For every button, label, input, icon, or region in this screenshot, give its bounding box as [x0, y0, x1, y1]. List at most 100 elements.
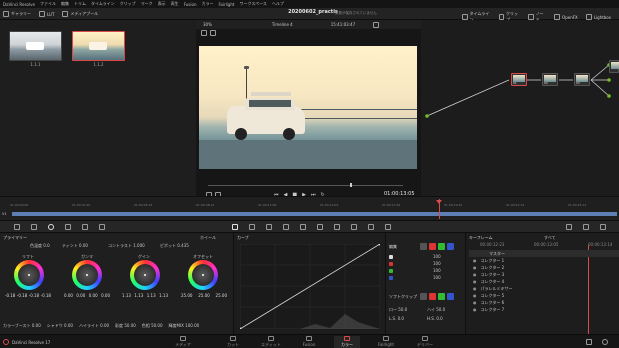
- menu-item[interactable]: カラー: [201, 1, 213, 7]
- node-04[interactable]: [609, 60, 619, 73]
- info-icon[interactable]: [600, 224, 606, 230]
- viewer-mode-icon[interactable]: [201, 30, 207, 36]
- soft-ls[interactable]: L.S. 0.0: [389, 316, 427, 321]
- param-shadow[interactable]: シャドウ 0.00: [47, 323, 73, 329]
- lift-y[interactable]: -0.18: [5, 293, 15, 298]
- gain-wheel[interactable]: [130, 260, 160, 290]
- wheels-mode[interactable]: ホイール: [200, 235, 216, 241]
- offset-r[interactable]: 25.00: [181, 293, 192, 298]
- lut-button[interactable]: LUT: [39, 11, 54, 17]
- keyframe-track-master[interactable]: マスター: [469, 250, 619, 257]
- page-cut[interactable]: カット: [220, 336, 246, 348]
- menu-item[interactable]: ファイル: [40, 1, 56, 7]
- menu-item[interactable]: Fairlight: [218, 2, 234, 7]
- tracker-icon[interactable]: [300, 224, 306, 230]
- gain-g[interactable]: 1.13: [147, 293, 156, 298]
- node-01[interactable]: 01: [511, 73, 527, 86]
- menu-item[interactable]: クリップ: [120, 1, 136, 7]
- menu-item[interactable]: ヘルプ: [272, 1, 284, 7]
- menu-item[interactable]: トリム: [74, 1, 86, 7]
- keyframe-filter[interactable]: すべて: [544, 235, 556, 241]
- gain-b[interactable]: 1.13: [159, 293, 168, 298]
- soft-hs[interactable]: H.S. 0.0: [427, 316, 465, 321]
- edit-row-g[interactable]: 100: [389, 268, 463, 273]
- page-fusion[interactable]: Fusion: [296, 336, 322, 347]
- param-saturation[interactable]: 彩度 50.00: [115, 323, 136, 329]
- clip-thumbnail-selected[interactable]: [72, 31, 125, 61]
- cursor-icon[interactable]: [373, 21, 380, 28]
- param-hue[interactable]: 色相 50.00: [142, 323, 163, 329]
- soft-low[interactable]: ロー 50.0: [389, 307, 427, 313]
- page-media[interactable]: メディア: [170, 336, 196, 348]
- keyframe-track[interactable]: ● コレクター 5: [469, 292, 619, 299]
- motion-effects-icon[interactable]: [99, 224, 105, 230]
- page-color[interactable]: カラー: [334, 336, 360, 348]
- red-channel-button[interactable]: [429, 243, 436, 250]
- settings-icon[interactable]: [602, 339, 608, 345]
- menu-item[interactable]: DaVinci Resolve: [3, 2, 35, 7]
- timeline-track[interactable]: [12, 212, 617, 216]
- soft-green-button[interactable]: [438, 293, 445, 300]
- lift-b[interactable]: -0.18: [41, 293, 51, 298]
- soft-red-button[interactable]: [429, 293, 436, 300]
- page-edit[interactable]: エディット: [258, 336, 284, 348]
- node-03[interactable]: 03: [574, 73, 590, 86]
- gallery-button[interactable]: ギャラリー: [3, 11, 31, 17]
- qualifier-icon[interactable]: [266, 224, 272, 230]
- green-channel-button[interactable]: [438, 243, 445, 250]
- viewer-frame[interactable]: [199, 46, 417, 169]
- keyframe-track[interactable]: ● コレクター 3: [469, 271, 619, 278]
- blue-channel-button[interactable]: [447, 243, 454, 250]
- gamma-wheel[interactable]: [72, 260, 102, 290]
- soft-blue-button[interactable]: [447, 293, 454, 300]
- menu-item[interactable]: タイムライン: [91, 1, 115, 7]
- zoom-level[interactable]: 30%: [203, 22, 212, 27]
- menu-item[interactable]: マーク: [141, 1, 153, 7]
- lift-g[interactable]: -0.18: [29, 293, 39, 298]
- color-wheels-icon[interactable]: [48, 224, 54, 230]
- gain-r[interactable]: 1.13: [134, 293, 143, 298]
- node-02[interactable]: 02: [542, 73, 558, 86]
- warper-icon[interactable]: [249, 224, 255, 230]
- offset-b[interactable]: 25.00: [216, 293, 227, 298]
- home-icon[interactable]: [586, 339, 592, 345]
- magic-mask-icon[interactable]: [317, 224, 323, 230]
- viewer-scrubber[interactable]: [208, 185, 403, 186]
- soft-link-button[interactable]: [420, 293, 427, 300]
- menu-item[interactable]: Fusion: [184, 2, 197, 7]
- keyframe-track[interactable]: ● パラレルミキサー: [469, 285, 619, 292]
- rgb-mixer-icon[interactable]: [82, 224, 88, 230]
- param-temp[interactable]: 色温度 0.0: [30, 243, 50, 249]
- 3d-icon[interactable]: [385, 224, 391, 230]
- param-highlight[interactable]: ハイライト 0.00: [79, 323, 109, 329]
- menu-item[interactable]: ワークスペース: [240, 1, 267, 7]
- media-pool-button[interactable]: メディアプール: [62, 11, 98, 17]
- keyframe-track[interactable]: ● コレクター 4: [469, 278, 619, 285]
- edit-row-b[interactable]: 100: [389, 275, 463, 280]
- lift-r[interactable]: -0.18: [17, 293, 27, 298]
- timeline-name[interactable]: Timeline 4: [272, 22, 293, 27]
- menu-item[interactable]: 編集: [61, 1, 69, 7]
- hdr-icon[interactable]: [65, 224, 71, 230]
- soft-high[interactable]: ハイ 50.0: [427, 307, 465, 313]
- clip-thumbnail[interactable]: [9, 31, 62, 61]
- sizing-icon[interactable]: [368, 224, 374, 230]
- gamma-r[interactable]: 0.00: [76, 293, 85, 298]
- link-button[interactable]: [420, 243, 427, 250]
- keyframe-track[interactable]: ● コレクター 1: [469, 257, 619, 264]
- gamma-g[interactable]: 0.00: [89, 293, 98, 298]
- page-fairlight[interactable]: Fairlight: [373, 336, 399, 347]
- camera-raw-icon[interactable]: [14, 224, 20, 230]
- menu-item[interactable]: 再生: [171, 1, 179, 7]
- keyframes-icon[interactable]: [566, 224, 572, 230]
- param-color-boost[interactable]: カラーブースト 0.00: [3, 323, 41, 329]
- menu-item[interactable]: 表示: [158, 1, 166, 7]
- blur-icon[interactable]: [334, 224, 340, 230]
- curves-icon[interactable]: [232, 224, 238, 230]
- keyframe-track[interactable]: ● コレクター 2: [469, 264, 619, 271]
- edit-row-r[interactable]: 100: [389, 261, 463, 266]
- offset-wheel[interactable]: [188, 260, 218, 290]
- gain-y[interactable]: 1.13: [122, 293, 131, 298]
- param-tint[interactable]: ティント 0.00: [62, 243, 88, 249]
- color-match-icon[interactable]: [31, 224, 37, 230]
